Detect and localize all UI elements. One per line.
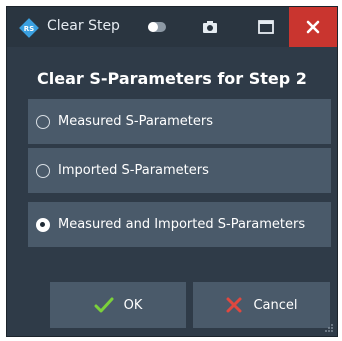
option-imported[interactable]: Imported S-Parameters <box>28 148 331 193</box>
checkmark-icon <box>94 297 114 313</box>
option-label: Measured and Imported S-Parameters <box>58 217 306 232</box>
radio-button[interactable] <box>36 163 50 178</box>
camera-icon[interactable] <box>196 13 224 41</box>
option-measured[interactable]: Measured S-Parameters <box>28 99 331 144</box>
option-label: Measured S-Parameters <box>58 114 213 129</box>
radio-button-selected[interactable] <box>36 217 50 232</box>
toggle-icon[interactable] <box>143 13 171 41</box>
close-button[interactable] <box>289 7 337 47</box>
close-icon <box>306 20 320 34</box>
option-label: Imported S-Parameters <box>58 163 209 178</box>
option-measured-and-imported[interactable]: Measured and Imported S-Parameters <box>28 202 331 247</box>
svg-text:RS: RS <box>24 25 34 33</box>
cancel-x-icon <box>226 297 242 313</box>
cancel-label: Cancel <box>253 297 298 313</box>
clear-step-dialog: RS Clear Step Clear S-Parameters for Ste… <box>6 6 338 337</box>
title-bar[interactable]: RS Clear Step <box>7 7 337 47</box>
ok-label: OK <box>123 297 143 313</box>
ok-button[interactable]: OK <box>50 282 186 328</box>
cancel-button[interactable]: Cancel <box>193 282 330 328</box>
dialog-heading: Clear S-Parameters for Step 2 <box>37 69 307 88</box>
resize-grip-icon[interactable] <box>324 323 334 333</box>
app-logo-icon: RS <box>19 18 39 38</box>
maximize-icon[interactable] <box>252 13 280 41</box>
window-title: Clear Step <box>47 18 120 34</box>
radio-button[interactable] <box>36 114 50 129</box>
